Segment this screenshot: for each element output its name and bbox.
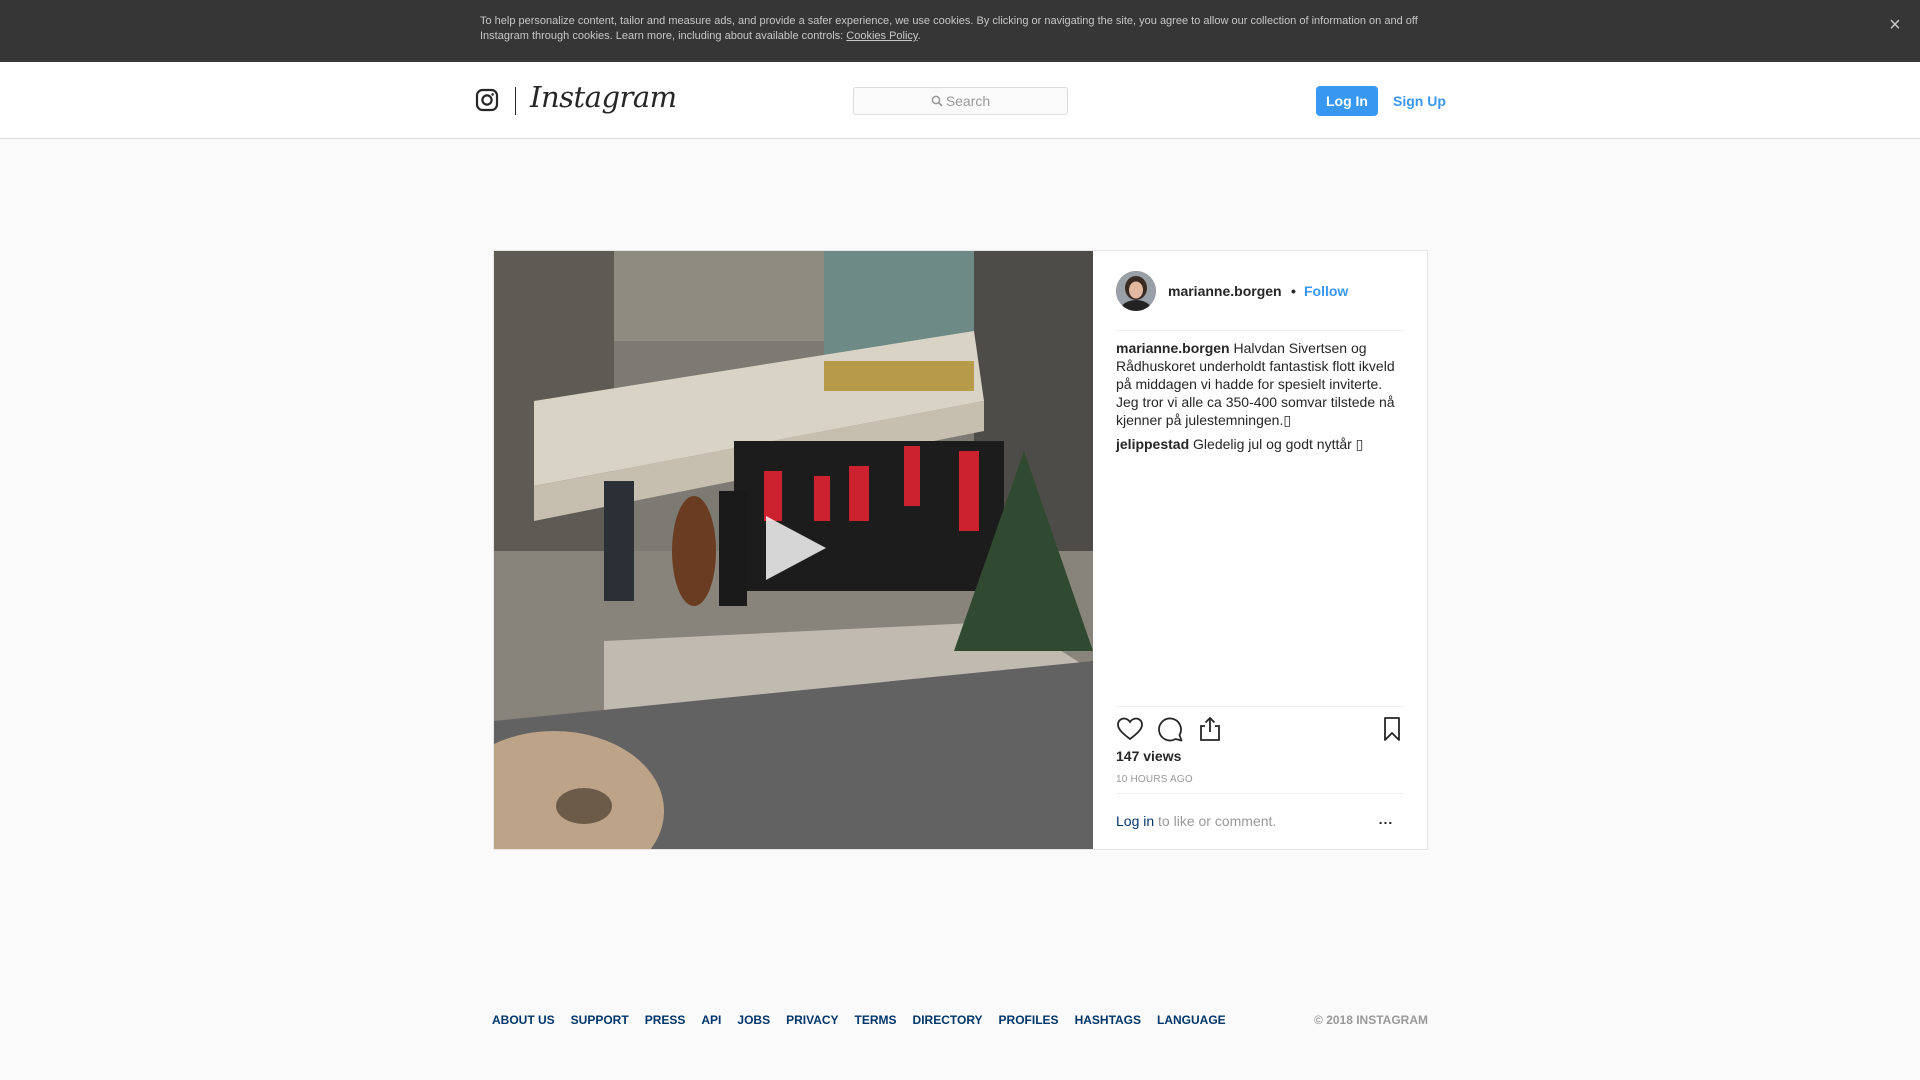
instagram-wordmark[interactable]: Instagram [530, 80, 677, 114]
top-navbar: Instagram Search Log In Sign Up [0, 62, 1920, 139]
cookie-banner: To help personalize content, tailor and … [0, 0, 1920, 62]
copyright: © 2018 INSTAGRAM [1314, 1013, 1428, 1027]
login-prompt: Log in to like or comment. ... [1116, 793, 1404, 849]
bookmark-icon[interactable] [1378, 715, 1406, 743]
search-input[interactable]: Search [853, 87, 1068, 115]
comment-username[interactable]: jelippestad [1116, 436, 1189, 452]
footer-link-directory[interactable]: DIRECTORY [913, 1013, 983, 1027]
comment-icon[interactable] [1156, 715, 1184, 743]
cookie-message: To help personalize content, tailor and … [480, 15, 1418, 42]
signup-link[interactable]: Sign Up [1393, 86, 1446, 116]
login-link[interactable]: Log in [1116, 813, 1154, 829]
follow-button[interactable]: Follow [1304, 283, 1348, 299]
footer-link-profiles[interactable]: PROFILES [999, 1013, 1059, 1027]
post-sidebar: marianne.borgen • Follow marianne.borgen… [1093, 251, 1427, 849]
close-icon[interactable]: × [1884, 14, 1906, 36]
footer-link-hashtags[interactable]: HASHTAGS [1075, 1013, 1141, 1027]
play-icon[interactable] [760, 513, 828, 583]
footer-link-about-us[interactable]: ABOUT US [492, 1013, 555, 1027]
comment-username[interactable]: marianne.borgen [1116, 340, 1230, 356]
footer-link-api[interactable]: API [701, 1013, 721, 1027]
avatar-image [1116, 271, 1156, 311]
video-player[interactable] [494, 251, 1093, 849]
footer-link-terms[interactable]: TERMS [855, 1013, 897, 1027]
avatar[interactable] [1116, 271, 1156, 311]
more-options-icon[interactable]: ... [1376, 812, 1396, 828]
login-prompt-suffix: to like or comment. [1154, 813, 1277, 829]
view-count: 147 views [1116, 748, 1182, 764]
timestamp[interactable]: 10 HOURS AGO [1116, 774, 1193, 785]
cookie-suffix: . [917, 30, 921, 42]
login-prompt-text: Log in to like or comment. [1116, 813, 1276, 829]
comment-text: Gledelig jul og godt nyttår ▯ [1189, 436, 1364, 452]
instagram-glyph-icon[interactable] [475, 88, 499, 112]
caption-comment: marianne.borgen Halvdan Sivertsen og Råd… [1116, 339, 1406, 429]
footer-link-support[interactable]: SUPPORT [571, 1013, 629, 1027]
post-header: marianne.borgen • Follow [1116, 269, 1404, 331]
comments-list: marianne.borgen Halvdan Sivertsen og Råd… [1116, 339, 1406, 459]
share-icon[interactable] [1196, 715, 1224, 743]
search-placeholder: Search [945, 93, 991, 109]
cookie-text: To help personalize content, tailor and … [480, 14, 1440, 44]
footer-link-privacy[interactable]: PRIVACY [786, 1013, 838, 1027]
logo-divider [515, 87, 516, 115]
footer-link-jobs[interactable]: JOBS [737, 1013, 770, 1027]
footer-link-language[interactable]: LANGUAGE [1157, 1013, 1226, 1027]
separator-dot: • [1291, 283, 1296, 299]
login-button[interactable]: Log In [1316, 86, 1378, 116]
heart-icon[interactable] [1116, 715, 1144, 743]
post-card: marianne.borgen • Follow marianne.borgen… [493, 250, 1428, 850]
footer-links: ABOUT US SUPPORT PRESS API JOBS PRIVACY … [492, 1013, 1242, 1027]
footer-link-press[interactable]: PRESS [645, 1013, 686, 1027]
list-item: jelippestad Gledelig jul og godt nyttår … [1116, 435, 1406, 453]
cookies-policy-link[interactable]: Cookies Policy [846, 30, 917, 42]
post-username[interactable]: marianne.borgen [1168, 283, 1282, 299]
search-icon [931, 95, 943, 107]
footer: ABOUT US SUPPORT PRESS API JOBS PRIVACY … [492, 1013, 1428, 1033]
